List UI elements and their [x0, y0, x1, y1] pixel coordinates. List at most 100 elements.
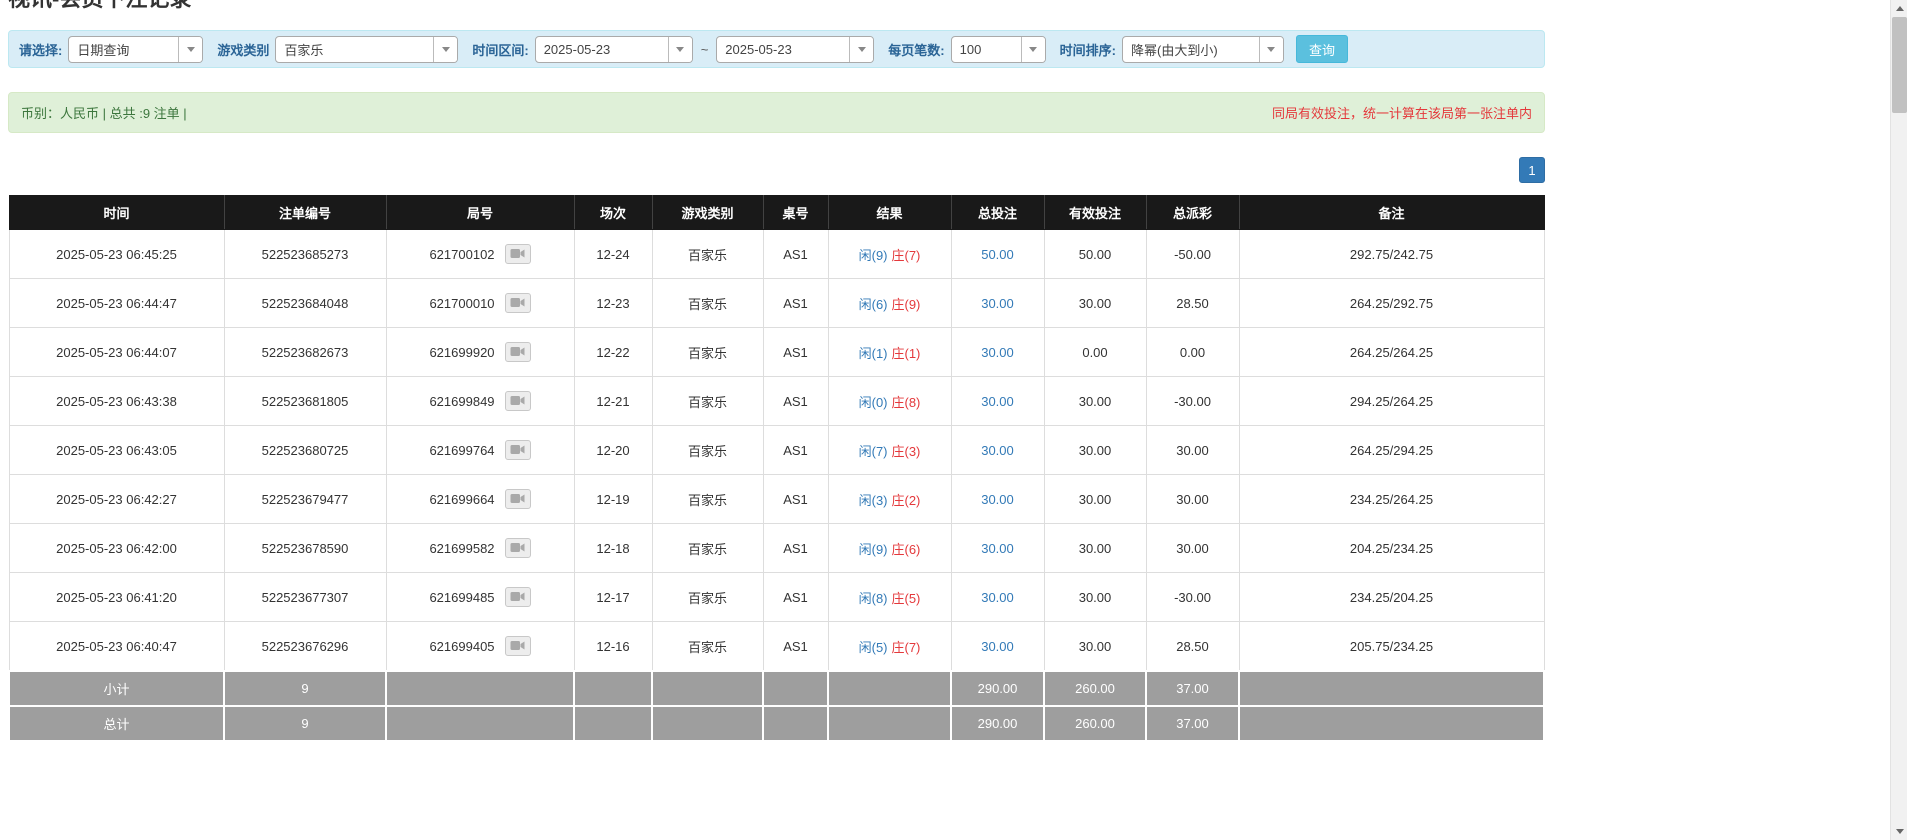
result-cell: 闲(0)庄(8): [828, 377, 951, 426]
total-bet-link[interactable]: 30.00: [981, 639, 1014, 654]
payout-cell: 0.00: [1146, 328, 1239, 377]
header-note: 备注: [1239, 196, 1544, 230]
filter-bar: 请选择: 日期查询 游戏类别 百家乐 时间区间: 2025-05-23 ~ 20…: [8, 30, 1545, 68]
round-id: 621699405: [429, 639, 494, 654]
total-row: 总计 9 290.00 260.00 37.00: [9, 706, 1544, 741]
replay-video-button[interactable]: [505, 342, 531, 362]
game-type-label: 游戏类别: [217, 40, 269, 59]
note-cell: 234.25/264.25: [1239, 475, 1544, 524]
round-id: 621699920: [429, 345, 494, 360]
subtotal-payout: 37.00: [1146, 671, 1239, 706]
video-replay-icon: [510, 247, 525, 262]
page-button-1[interactable]: 1: [1519, 157, 1545, 183]
scrollbar-thumb[interactable]: [1892, 17, 1907, 113]
total-bet-link[interactable]: 30.00: [981, 394, 1014, 409]
round-cell: 621699920: [386, 328, 574, 377]
result-banker: 庄(9): [892, 297, 921, 312]
valid-bet-cell: 0.00: [1044, 328, 1146, 377]
round-cell: 621699664: [386, 475, 574, 524]
replay-video-button[interactable]: [505, 636, 531, 656]
table-body: 2025-05-23 06:45:25 522523685273 6217001…: [9, 230, 1544, 672]
chevron-down-icon[interactable]: [433, 37, 457, 62]
time-cell: 2025-05-23 06:42:00: [9, 524, 224, 573]
game-type-cell: 百家乐: [652, 328, 763, 377]
date-from-select[interactable]: 2025-05-23: [535, 36, 693, 63]
replay-video-button[interactable]: [505, 587, 531, 607]
query-type-select[interactable]: 日期查询: [68, 36, 203, 63]
valid-bet-cell: 50.00: [1044, 230, 1146, 279]
table-no-cell: AS1: [763, 524, 828, 573]
result-cell: 闲(8)庄(5): [828, 573, 951, 622]
game-type-cell: 百家乐: [652, 377, 763, 426]
table-row: 2025-05-23 06:41:20 522523677307 6216994…: [9, 573, 1544, 622]
chevron-down-icon[interactable]: [1021, 37, 1045, 62]
total-bet-cell: 30.00: [951, 524, 1044, 573]
result-cell: 闲(9) 庄(7): [828, 230, 951, 279]
page-size-select[interactable]: 100: [951, 36, 1046, 63]
table-row: 2025-05-23 06:45:25 522523685273 6217001…: [9, 230, 1544, 279]
scroll-down-arrow-icon[interactable]: [1891, 823, 1907, 840]
date-to-select[interactable]: 2025-05-23: [716, 36, 874, 63]
total-bet-cell: 30.00: [951, 622, 1044, 672]
game-type-select[interactable]: 百家乐: [275, 36, 458, 63]
chevron-down-icon[interactable]: [1259, 37, 1283, 62]
replay-video-button[interactable]: [505, 538, 531, 558]
valid-bet-cell: 30.00: [1044, 573, 1146, 622]
header-payout: 总派彩: [1146, 196, 1239, 230]
bet-id-cell: 522523678590: [224, 524, 386, 573]
game-type-cell: 百家乐: [652, 622, 763, 672]
date-to-value: 2025-05-23: [725, 42, 843, 57]
result-cell: 闲(5)庄(7): [828, 622, 951, 672]
total-count: 9: [224, 706, 386, 741]
replay-video-button[interactable]: [505, 391, 531, 411]
total-bet-link[interactable]: 30.00: [981, 345, 1014, 360]
session-cell: 12-19: [574, 475, 652, 524]
pagination: 1: [8, 157, 1545, 183]
chevron-down-icon[interactable]: [849, 37, 873, 62]
chevron-down-icon[interactable]: [178, 37, 202, 62]
chevron-down-icon[interactable]: [668, 37, 692, 62]
replay-video-button[interactable]: [505, 440, 531, 460]
page-size-value: 100: [960, 42, 1015, 57]
bet-id-cell: 522523679477: [224, 475, 386, 524]
subtotal-label: 小计: [9, 671, 224, 706]
time-cell: 2025-05-23 06:41:20: [9, 573, 224, 622]
time-cell: 2025-05-23 06:44:07: [9, 328, 224, 377]
result-player: 闲(8): [859, 591, 888, 606]
payout-cell: 30.00: [1146, 475, 1239, 524]
total-bet-link[interactable]: 30.00: [981, 492, 1014, 507]
query-type-label: 请选择:: [19, 40, 62, 59]
search-button[interactable]: 查询: [1296, 35, 1348, 63]
total-bet-link[interactable]: 30.00: [981, 296, 1014, 311]
total-bet-link[interactable]: 30.00: [981, 590, 1014, 605]
sort-select[interactable]: 降幂(由大到小): [1122, 36, 1284, 63]
replay-video-button[interactable]: [505, 489, 531, 509]
time-cell: 2025-05-23 06:45:25: [9, 230, 224, 279]
round-cell: 621699405: [386, 622, 574, 672]
valid-bet-cell: 30.00: [1044, 426, 1146, 475]
payout-cell: -50.00: [1146, 230, 1239, 279]
note-cell: 264.25/294.25: [1239, 426, 1544, 475]
vertical-scrollbar[interactable]: [1890, 0, 1907, 840]
total-bet-link[interactable]: 50.00: [981, 247, 1014, 262]
date-separator: ~: [701, 42, 709, 57]
scroll-up-arrow-icon[interactable]: [1891, 0, 1907, 17]
result-banker: 庄(3): [892, 444, 921, 459]
round-cell: 621699764: [386, 426, 574, 475]
payout-cell: -30.00: [1146, 573, 1239, 622]
subtotal-valid-bet: 260.00: [1044, 671, 1146, 706]
header-round-id: 局号: [386, 196, 574, 230]
valid-bet-cell: 30.00: [1044, 279, 1146, 328]
valid-bet-cell: 30.00: [1044, 524, 1146, 573]
total-bet-cell: 30.00: [951, 328, 1044, 377]
total-bet-link[interactable]: 30.00: [981, 443, 1014, 458]
replay-video-button[interactable]: [505, 293, 531, 313]
replay-video-button[interactable]: [505, 244, 531, 264]
result-banker: 庄(7): [892, 248, 921, 263]
result-banker: 庄(6): [892, 542, 921, 557]
header-time: 时间: [9, 196, 224, 230]
total-bet-link[interactable]: 30.00: [981, 541, 1014, 556]
result-player: 闲(9): [859, 248, 888, 263]
valid-bet-notice: 同局有效投注，统一计算在该局第一张注单内: [1272, 103, 1532, 122]
session-cell: 12-20: [574, 426, 652, 475]
